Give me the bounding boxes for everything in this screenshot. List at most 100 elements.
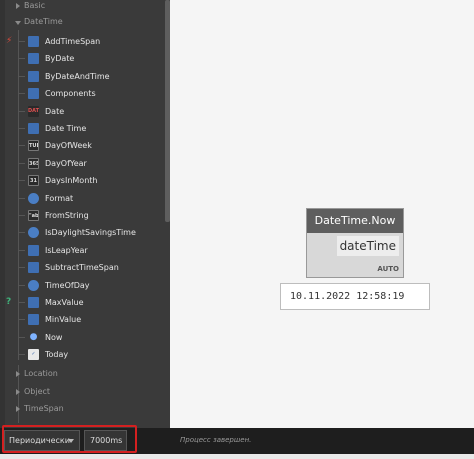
library-item[interactable]: TUE DayOfWeek xyxy=(0,137,164,154)
library-item-label: Components xyxy=(45,89,96,99)
library-item-label: FromString xyxy=(45,211,89,220)
tree-branch xyxy=(18,319,25,321)
library-item[interactable]: MinValue xyxy=(0,311,164,328)
output-port-datetime[interactable]: dateTime xyxy=(337,236,399,256)
library-item-label: DayOfWeek xyxy=(45,141,92,151)
tree-branch xyxy=(18,302,25,303)
library-item-label: Today xyxy=(45,350,69,360)
status-text: Процесс завершен. xyxy=(180,436,252,444)
status-marker-icon: ? xyxy=(6,297,12,307)
category-label: Object xyxy=(24,387,51,396)
tree-branch xyxy=(18,336,25,338)
category-location[interactable]: Location xyxy=(0,366,164,384)
library-item-label: IsDaylightSavingsTime xyxy=(45,228,136,238)
tree-branch xyxy=(18,249,25,251)
tree-branch xyxy=(18,75,25,77)
datetime-now-node[interactable]: DateTime.Now dateTime AUTO xyxy=(306,208,404,278)
library-item-label: DayOfYear xyxy=(45,158,87,168)
library-item[interactable]: Format xyxy=(0,190,164,207)
calendar-icon xyxy=(28,53,39,65)
library-item[interactable]: ✓ Today xyxy=(0,346,164,363)
library-item[interactable]: IsLeapYear xyxy=(0,242,164,259)
lacing-indicator: AUTO xyxy=(377,265,399,273)
library-item[interactable]: DATE Date xyxy=(0,103,164,120)
chevron-right-icon xyxy=(16,371,20,377)
datetime-icon xyxy=(28,123,39,134)
days-in-month-icon: 31 xyxy=(28,175,39,187)
library-item[interactable]: IsDaylightSavingsTime xyxy=(0,224,164,241)
highlight-box xyxy=(2,425,137,453)
library-item-label: MaxValue xyxy=(45,298,84,307)
library-item-label: Date Time xyxy=(45,124,87,133)
from-string-icon: "abc" xyxy=(28,210,39,221)
library-item[interactable]: ? MaxValue xyxy=(0,294,164,311)
library-item[interactable]: 31 DaysInMonth xyxy=(0,172,164,189)
node-preview-bubble: 10.11.2022 12:58:19 xyxy=(280,283,430,310)
tree-branch xyxy=(18,41,25,42)
library-item[interactable]: TimeOfDay xyxy=(0,277,164,294)
library-item-label: Format xyxy=(45,193,74,203)
library-item[interactable]: ByDate xyxy=(0,50,164,67)
chevron-right-icon xyxy=(16,406,20,412)
library-item[interactable]: Date Time xyxy=(0,120,164,137)
now-pin-icon: ● xyxy=(29,331,38,342)
tree-branch xyxy=(18,232,25,234)
library-item-label: ByDate xyxy=(45,54,75,64)
daylight-savings-icon xyxy=(28,227,39,239)
tree-branch xyxy=(18,284,25,286)
tree-branch xyxy=(18,162,25,164)
node-title[interactable]: DateTime.Now xyxy=(307,209,403,233)
library-item-label: TimeOfDay xyxy=(45,280,90,290)
status-marker-icon: ⚡ xyxy=(6,36,13,46)
category-object[interactable]: Object xyxy=(0,384,164,402)
date-icon: DATE xyxy=(28,105,39,117)
library-item-label: Date xyxy=(45,106,65,116)
category-datetime[interactable]: DateTime xyxy=(0,14,164,32)
chevron-down-icon xyxy=(15,21,21,25)
library-item-label: DaysInMonth xyxy=(45,176,98,186)
library-panel: Basic DateTime ⚡ AddTimeSpan ByDate ByDateA… xyxy=(0,0,170,428)
add-timespan-icon xyxy=(28,36,39,47)
category-label: TimeSpan xyxy=(24,404,64,413)
format-icon xyxy=(28,192,39,204)
tree-branch xyxy=(18,93,25,95)
subtract-timespan-icon xyxy=(28,262,39,274)
tree-branch xyxy=(18,197,25,199)
category-label: Location xyxy=(24,369,58,378)
category-label: Basic xyxy=(24,1,46,10)
chevron-right-icon xyxy=(16,3,20,9)
leap-year-icon xyxy=(28,244,39,256)
tree-branch xyxy=(18,267,25,269)
library-item[interactable]: SubtractTimeSpan xyxy=(0,259,164,276)
tree-branch xyxy=(18,110,25,112)
library-item[interactable]: ⚡ AddTimeSpan xyxy=(0,33,164,50)
library-item-label: Now xyxy=(45,332,63,342)
library-item-label: AddTimeSpan xyxy=(45,37,101,46)
chevron-right-icon xyxy=(16,389,20,395)
max-value-icon xyxy=(28,297,39,308)
footer-strip xyxy=(0,454,474,459)
calendar-clock-icon xyxy=(28,70,39,82)
day-of-year-icon: 365 xyxy=(28,157,39,169)
category-timespan[interactable]: TimeSpan xyxy=(0,401,164,419)
category-label: DateTime xyxy=(24,17,63,26)
library-item[interactable]: "abc" FromString xyxy=(0,207,164,224)
library-item[interactable]: 365 DayOfYear xyxy=(0,155,164,172)
min-value-icon xyxy=(28,314,39,326)
library-item-label: IsLeapYear xyxy=(45,245,88,255)
time-of-day-icon xyxy=(28,279,39,291)
tree-branch xyxy=(18,354,25,356)
library-item[interactable]: ByDateAndTime xyxy=(0,68,164,85)
components-icon xyxy=(28,88,39,100)
library-item[interactable]: ● Now xyxy=(0,329,164,346)
day-of-week-icon: TUE xyxy=(28,140,39,152)
library-item[interactable]: Components xyxy=(0,85,164,102)
library-item-label: MinValue xyxy=(45,315,82,325)
tree-branch xyxy=(18,215,25,216)
today-calendar-icon: ✓ xyxy=(28,349,39,361)
tree-branch xyxy=(18,58,25,60)
library-item-label: SubtractTimeSpan xyxy=(45,263,119,273)
tree-branch xyxy=(18,128,25,129)
library-item-label: ByDateAndTime xyxy=(45,71,110,81)
tree-branch xyxy=(18,180,25,182)
